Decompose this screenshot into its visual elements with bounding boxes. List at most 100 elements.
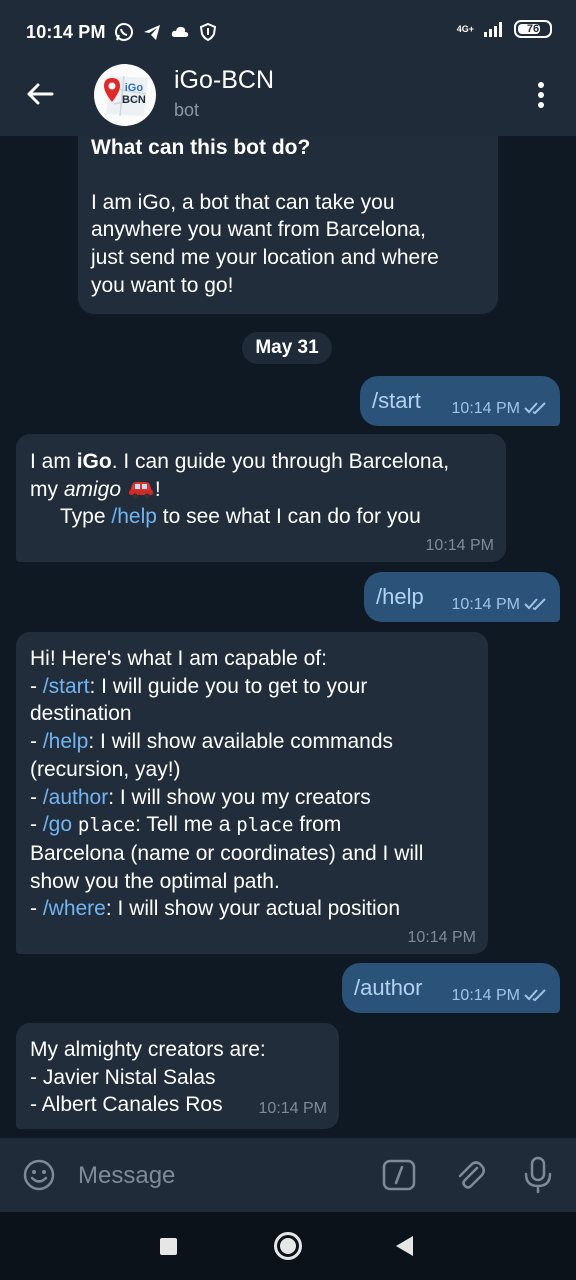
double-check-icon (524, 401, 546, 414)
text-span: ! (154, 477, 161, 501)
text-span: to see what I can do for you (156, 505, 421, 529)
text-span: - (30, 813, 43, 837)
battery-icon: 76 (514, 20, 552, 38)
whatsapp-icon (115, 23, 133, 41)
message-line: destination (30, 702, 132, 726)
where-command-link[interactable]: /where (43, 897, 106, 920)
telegram-icon (144, 25, 160, 40)
double-check-icon (524, 597, 546, 610)
chat-header: iGo BCN iGo-BCN bot (0, 54, 576, 136)
cloud-icon (171, 26, 189, 37)
message-input-bar: Message (0, 1138, 576, 1212)
intro-line: you want to go! (91, 273, 234, 297)
text-span: - (30, 785, 43, 809)
message-time: 10:14 PM (451, 987, 520, 1005)
italic-text: amigo (63, 477, 122, 501)
text-span: from (293, 813, 342, 837)
message-text: /help (376, 584, 424, 610)
status-time: 10:14 PM (26, 22, 106, 42)
arrow-left-icon (27, 83, 54, 105)
message-line: - /start: I will guide you to get to you… (30, 673, 474, 701)
bot-commands-icon[interactable] (382, 1159, 416, 1191)
message-line: I am iGo. I can guide you through Barcel… (30, 448, 492, 476)
recents-button[interactable] (160, 1238, 177, 1255)
text-span: . I can guide you through Barcelona, (111, 450, 450, 473)
text-span: : I will show you my creators (108, 785, 371, 809)
message-line: Hi! Here's what I am capable of: (30, 647, 327, 670)
outgoing-message[interactable]: /start 10:14 PM (360, 376, 560, 426)
chat-title[interactable]: iGo-BCN (174, 66, 274, 95)
outgoing-message[interactable]: /author 10:14 PM (342, 963, 560, 1013)
avatar-label: iGo BCN (122, 82, 146, 106)
code-param: place (236, 814, 294, 837)
text-span: Type (60, 505, 112, 529)
message-time: 10:14 PM (425, 537, 494, 555)
code-param: place (77, 814, 136, 837)
network-type: 4G+ (456, 23, 474, 34)
message-line: Type /help to see what I can do for you (30, 503, 492, 531)
intro-line: I am iGo, a bot that can take you (91, 190, 395, 214)
avatar-line2: BCN (122, 94, 146, 106)
double-check-icon (524, 988, 546, 1001)
message-line: - /where: I will show your actual positi… (30, 895, 474, 923)
message-line: (recursion, yay!) (30, 757, 181, 781)
attach-icon[interactable] (453, 1158, 487, 1192)
message-time: 10:14 PM (258, 1100, 327, 1118)
author-command-link[interactable]: /author (43, 786, 108, 809)
emoji-icon[interactable] (22, 1158, 56, 1192)
incoming-message[interactable]: Hi! Here's what I am capable of: - /star… (16, 632, 488, 954)
chat-area[interactable]: What can this bot do? I am iGo, a bot th… (0, 136, 576, 1138)
system-indicators: 4G+ 76 (457, 20, 552, 38)
message-line: - Javier Nistal Salas (30, 1065, 216, 1089)
date-separator: May 31 (242, 332, 332, 364)
message-line: Barcelona (name or coordinates) and I wi… (30, 841, 424, 865)
text-span: - (30, 897, 43, 921)
system-nav-bar (0, 1212, 576, 1280)
battery-percent: 76 (526, 23, 540, 35)
message-text: /start (372, 388, 421, 414)
text-span: : Tell me a (135, 813, 237, 837)
dot-icon (538, 82, 544, 88)
intro-heading: What can this bot do? (91, 136, 311, 159)
message-line: - /go place: Tell me a place from (30, 811, 474, 840)
bot-intro-card: What can this bot do? I am iGo, a bot th… (78, 136, 498, 314)
text-span: : I will show your actual position (105, 897, 400, 921)
message-meta: 10:14 PM (452, 980, 548, 1010)
help-command-link[interactable]: /help (43, 730, 89, 753)
go-command-link[interactable]: /go (43, 813, 72, 836)
message-meta: 10:14 PM (452, 393, 548, 423)
intro-line: just send me your location and where (91, 246, 439, 270)
incoming-message[interactable]: I am iGo. I can guide you through Barcel… (16, 434, 506, 562)
message-line: - /help: I will show available commands (30, 728, 474, 756)
text-span: : I will guide you to get to your (89, 674, 368, 698)
text-span: my (30, 477, 64, 501)
message-time: 10:14 PM (407, 929, 476, 947)
message-line: - /author: I will show you my creators (30, 784, 474, 812)
chat-subtitle: bot (174, 100, 200, 120)
dot-icon (538, 102, 544, 108)
status-bar: 10:14 PM 4G+ 76 (0, 0, 576, 54)
car-emoji-icon (128, 481, 153, 499)
more-options-button[interactable] (526, 78, 556, 112)
avatar[interactable]: iGo BCN (94, 64, 156, 126)
notification-icons (114, 22, 218, 42)
start-command-link[interactable]: /start (43, 675, 90, 698)
incoming-message[interactable]: My almighty creators are: - Javier Nista… (16, 1023, 339, 1129)
home-button[interactable] (274, 1232, 302, 1260)
message-line: My almighty creators are: (30, 1038, 266, 1061)
dot-icon (538, 92, 544, 98)
microphone-icon[interactable] (522, 1156, 554, 1194)
text-span: I am (30, 450, 77, 473)
outgoing-message[interactable]: /help 10:14 PM (364, 572, 560, 622)
shield-icon (199, 22, 217, 42)
avatar-line1: iGo (124, 82, 144, 94)
text-span: - (30, 674, 43, 698)
message-line: my amigo ! (30, 476, 492, 504)
message-input[interactable]: Message (78, 1162, 175, 1190)
help-command-link[interactable]: /help (111, 505, 157, 528)
nav-back-button[interactable] (396, 1236, 413, 1256)
message-meta: 10:14 PM (452, 589, 548, 619)
intro-line: anywhere you want from Barcelona, (91, 218, 427, 242)
text-span: - (30, 730, 43, 754)
back-button[interactable] (22, 76, 58, 112)
